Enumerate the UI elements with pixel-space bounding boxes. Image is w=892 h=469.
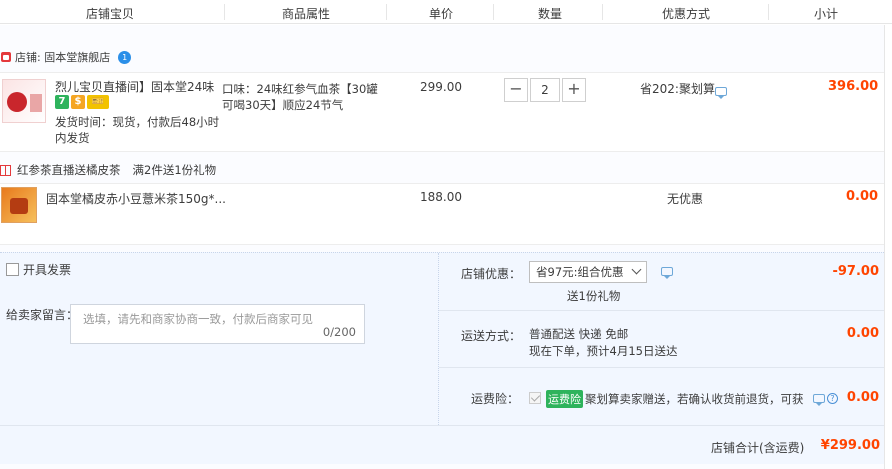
service-tags: 7 $ 🎫 (55, 95, 109, 109)
shipping-row: 运送方式： 普通配送 快递 免邮 现在下单，预计4月15日送达 0.00 (439, 311, 885, 368)
memo-placeholder: 选填，请先和商家协商一致，付款后商家可见 (83, 312, 313, 326)
order-options: 开具发票 给卖家留言： 选填，请先和商家协商一致，付款后商家可见 0/200 店… (0, 252, 885, 465)
shipping-method: 普通配送 快递 免邮 (529, 327, 629, 341)
header-item: 店铺宝贝 (86, 7, 135, 21)
qty-plus-button[interactable]: + (562, 78, 586, 102)
invoice-checkbox[interactable] (6, 263, 19, 276)
gift-rule: 满2件送1份礼物 (132, 163, 217, 177)
gift-item: 固本堂橘皮赤小豆薏米茶150g*... 188.00 无优惠 0.00 (0, 183, 884, 245)
product-thumbnail[interactable] (2, 79, 46, 123)
memo-textarea[interactable]: 选填，请先和商家协商一致，付款后商家可见 0/200 (70, 304, 365, 344)
chevron-down-icon (631, 264, 642, 275)
guarantee-icon: $ (71, 95, 85, 109)
shop-icon (1, 52, 11, 62)
insurance-value: 0.00 (846, 390, 879, 405)
cart-item: 烈儿宝贝直播间】固本堂24味... 7 $ 🎫 发货时间：现货，付款后48小时内… (0, 72, 884, 152)
gift-price: 188.00 (420, 190, 462, 204)
header-subtotal: 小计 (814, 7, 839, 21)
options-right: 店铺优惠： 省97元:组合优惠 送1份礼物 -97.00 运送方式： 普通配送 … (438, 253, 885, 425)
insurance-label: 运费险： (471, 392, 520, 406)
header-price: 单价 (429, 7, 454, 21)
shop-total-label: 店铺合计(含运费) (711, 441, 805, 455)
seven-day-return-icon: 7 (55, 95, 69, 109)
shop-header: 店铺: 固本堂旗舰店 1 (0, 49, 132, 65)
gift-icon (0, 164, 11, 176)
header-discount: 优惠方式 (662, 7, 711, 21)
invoice-label: 开具发票 (23, 263, 72, 277)
page-edge (884, 25, 892, 469)
shop-discount-select[interactable]: 省97元:组合优惠 (529, 261, 647, 283)
coupon-icon: 🎫 (87, 95, 109, 109)
insurance-text: 聚划算卖家赠送，若确认收货前退货，可获... (585, 392, 803, 406)
shipping-label: 运送方式： (461, 329, 522, 343)
gift-discount: 无优惠 (667, 192, 704, 206)
insurance-tag: 运费险 (546, 390, 583, 408)
shop-total-row: 店铺合计(含运费) ¥299.00 (0, 425, 884, 465)
discount-detail-icon[interactable] (715, 87, 727, 99)
memo-counter: 0/200 (322, 325, 356, 339)
gift-thumbnail[interactable] (1, 187, 37, 223)
shop-discount-selected: 省97元:组合优惠 (536, 265, 624, 279)
insurance-row: 运费险： 运费险 聚划算卖家赠送，若确认收货前退货，可获... ? 0.00 (439, 368, 885, 425)
header-attr: 商品属性 (282, 7, 331, 21)
shop-discount-value: -97.00 (832, 264, 879, 279)
help-icon[interactable]: ? (827, 393, 838, 404)
shop-name[interactable]: 店铺: 固本堂旗舰店 (15, 49, 110, 65)
shipping-eta: 现在下单，预计4月15日送达 (529, 344, 678, 358)
shop-discount-note: 送1份礼物 (567, 289, 621, 303)
discount-text: 省202:聚划算 (640, 82, 715, 96)
table-header: 店铺宝贝 商品属性 单价 数量 优惠方式 小计 (0, 0, 892, 24)
memo-label: 给卖家留言： (6, 308, 79, 322)
gift-promo: 红参茶直播送橘皮茶 满2件送1份礼物 (0, 162, 216, 178)
discount-info-icon[interactable] (661, 267, 673, 279)
qty-input[interactable]: 2 (530, 78, 560, 102)
order-confirm-page: 店铺宝贝 商品属性 单价 数量 优惠方式 小计 店铺: 固本堂旗舰店 1 烈儿宝… (0, 0, 892, 469)
invoice-option[interactable]: 开具发票 (6, 261, 71, 278)
gift-title[interactable]: 固本堂橘皮赤小豆薏米茶150g*... (46, 190, 226, 207)
gift-name: 红参茶直播送橘皮茶 (17, 163, 121, 177)
gift-subtotal: 0.00 (846, 189, 879, 204)
insurance-checkbox[interactable] (529, 392, 541, 404)
shop-discount-label: 店铺优惠： (461, 267, 522, 281)
insurance-chat-icon[interactable] (813, 394, 825, 406)
unit-price: 299.00 (420, 80, 462, 94)
product-attr: 口味：24味红参气血茶【30罐 可喝30天】顺应24节气 (222, 82, 378, 112)
shop-discount-row: 店铺优惠： 省97元:组合优惠 送1份礼物 -97.00 (439, 253, 885, 311)
ship-time: 发货时间：现货，付款后48小时内发货 (55, 115, 220, 145)
shop-total-value: ¥299.00 (820, 438, 880, 453)
qty-minus-button[interactable]: − (504, 78, 528, 102)
product-title[interactable]: 烈儿宝贝直播间】固本堂24味... (55, 78, 215, 95)
header-qty: 数量 (538, 7, 563, 21)
options-left: 开具发票 给卖家留言： 选填，请先和商家协商一致，付款后商家可见 0/200 (0, 253, 438, 425)
shipping-value: 0.00 (846, 326, 879, 341)
item-subtotal: 396.00 (828, 79, 879, 94)
quantity-stepper: − 2 + (504, 78, 586, 102)
chat-badge-icon[interactable]: 1 (118, 50, 132, 64)
